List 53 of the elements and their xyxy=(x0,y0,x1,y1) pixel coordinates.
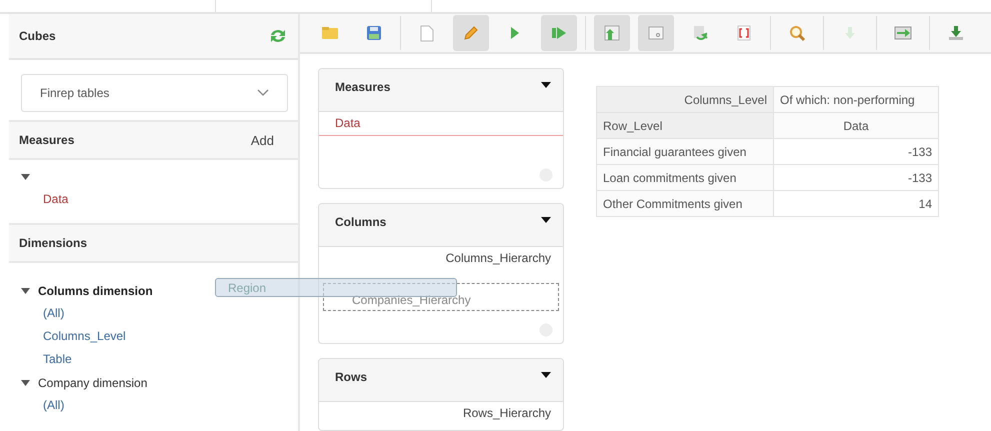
header-cell: Of which: non-performing xyxy=(774,86,938,112)
drag-ghost: Region xyxy=(215,278,457,297)
toolbar-button[interactable] xyxy=(453,15,489,51)
panel-title: Measures xyxy=(335,80,390,94)
toolbar-button[interactable] xyxy=(541,15,577,51)
table-cell: 14 xyxy=(774,190,938,216)
header-cell: Columns_Level xyxy=(596,86,774,112)
section-title: Dimensions xyxy=(19,236,88,250)
dropdown-triangle-icon[interactable] xyxy=(541,82,551,88)
toolbar-button[interactable] xyxy=(638,15,674,51)
toolbar-button[interactable] xyxy=(594,15,630,51)
level-item[interactable]: Columns_Level xyxy=(21,325,286,348)
dimension-item[interactable]: Company dimension xyxy=(38,376,148,390)
dimension-item[interactable]: Columns dimension xyxy=(38,284,153,298)
table-cell: -133 xyxy=(774,164,938,190)
row-header-cell: Loan commitments given xyxy=(596,164,774,190)
page-refresh-icon xyxy=(692,25,708,41)
sidebar-title: Cubes xyxy=(19,29,56,43)
expand-triangle-icon[interactable] xyxy=(21,288,30,294)
drop-target[interactable]: Companies_Hierarchy xyxy=(323,283,559,311)
expand-triangle-icon[interactable] xyxy=(21,174,30,180)
measure-chip[interactable]: Data xyxy=(319,112,563,136)
hierarchy-chip[interactable]: Columns_Hierarchy xyxy=(319,247,563,271)
add-button[interactable]: Add xyxy=(250,132,288,148)
dropdown-triangle-icon[interactable] xyxy=(541,217,551,223)
section-title: Measures xyxy=(19,133,74,147)
measure-item[interactable]: Data xyxy=(21,188,286,211)
table-cell: -133 xyxy=(774,138,938,164)
level-item[interactable]: (All) xyxy=(21,394,286,417)
header-cell: Row_Level xyxy=(596,112,774,138)
chevron-down-icon xyxy=(257,89,269,97)
row-header-cell: Other Commitments given xyxy=(596,190,774,216)
row-header-cell: Financial guarantees given xyxy=(596,138,774,164)
refresh-icon[interactable] xyxy=(268,27,288,45)
folder-icon xyxy=(321,26,339,40)
play-icon xyxy=(510,26,520,40)
step-play-icon xyxy=(551,26,567,40)
hierarchy-chip[interactable]: Rows_Hierarchy xyxy=(319,402,563,426)
header-cell: Data xyxy=(774,112,938,138)
panel-title: Rows xyxy=(335,370,368,384)
search-icon xyxy=(788,24,806,42)
down-arrow-icon xyxy=(844,26,856,40)
expand-triangle-icon[interactable] xyxy=(21,380,30,386)
panel-title: Columns xyxy=(335,215,386,229)
pencil-icon xyxy=(463,25,479,41)
blank-page-icon xyxy=(420,24,434,42)
level-item[interactable]: Table xyxy=(21,348,286,371)
cube-select[interactable]: Finrep tables xyxy=(21,74,288,112)
level-item[interactable]: (All) xyxy=(21,302,286,325)
download-icon xyxy=(947,25,965,41)
window-icon xyxy=(648,26,664,40)
dropdown-triangle-icon[interactable] xyxy=(541,372,551,378)
brackets-page-icon xyxy=(737,25,751,41)
